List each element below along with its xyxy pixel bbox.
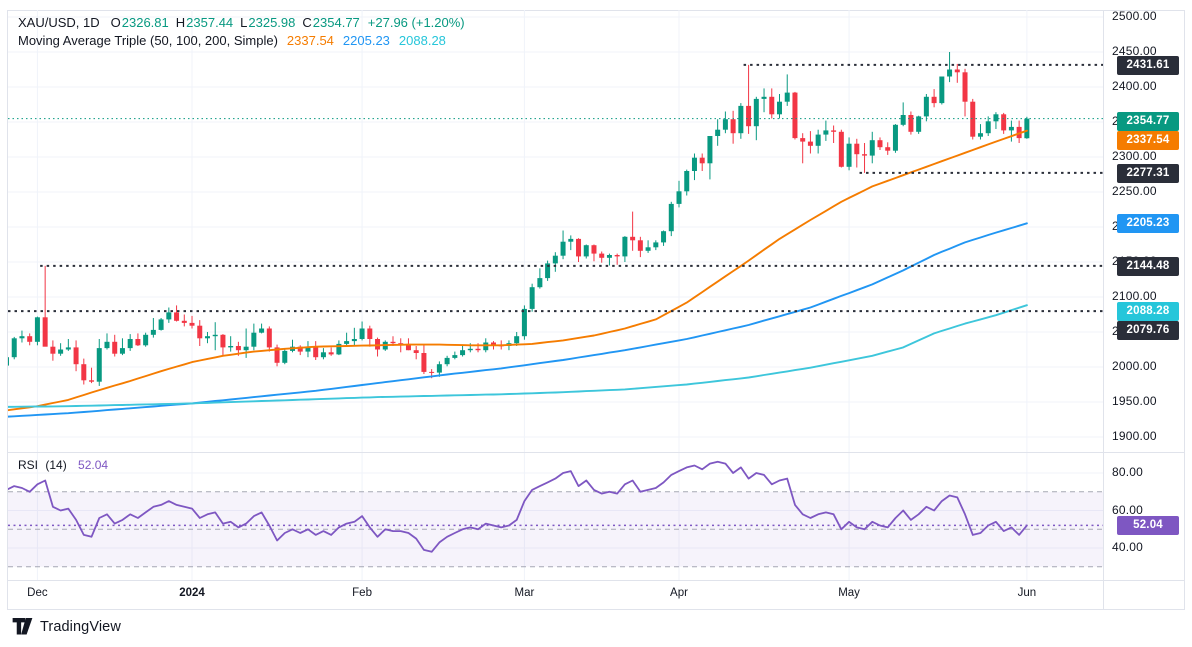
price-axis-tick: 2000.00 xyxy=(1112,359,1157,373)
ohlc-value: 2326.81 xyxy=(121,15,169,30)
time-axis-label: May xyxy=(838,587,860,599)
rsi-legend-row[interactable]: RSI (14) 52.04 xyxy=(18,458,108,472)
price-axis-tick: 1950.00 xyxy=(1112,394,1157,408)
tradingview-chart-widget: XAU/USD, 1D O2326.81 H2357.44 L2325.98 C2354… xyxy=(0,0,1192,647)
ma-legend-row[interactable]: Moving Average Triple (50, 100, 200, Sim… xyxy=(18,33,446,48)
symbol-legend-row[interactable]: XAU/USD, 1D O2326.81 H2357.44 L2325.98 C2354… xyxy=(18,15,465,30)
time-axis-label: Jun xyxy=(1017,587,1037,599)
sma100-value-label: 2205.23 xyxy=(1117,213,1179,233)
ohlc-value: 2325.98 xyxy=(248,15,296,30)
ohlc-key: L xyxy=(240,15,248,30)
rsi-axis-tick: 40.00 xyxy=(1112,540,1144,554)
price-line-label-2431: 2431.61 xyxy=(1117,55,1179,75)
rsi-params: (14) xyxy=(45,458,67,472)
ma-value: 2337.54 xyxy=(286,33,334,48)
tradingview-logo-text: TradingView xyxy=(40,618,121,635)
ohlc-key: O xyxy=(110,15,121,30)
price-axis-tick: 2300.00 xyxy=(1112,149,1157,163)
ohlc-key: H xyxy=(175,15,186,30)
price-axis-tick: 1900.00 xyxy=(1112,429,1157,443)
sma200-value-label: 2088.28 xyxy=(1117,301,1179,321)
price-line-label-2277: 2277.31 xyxy=(1117,163,1179,183)
time-axis-label: Dec xyxy=(27,587,48,599)
rsi-axis-tick: 60.00 xyxy=(1112,502,1144,517)
rsi-title: RSI xyxy=(18,458,39,472)
time-axis-label: Feb xyxy=(352,587,372,599)
tradingview-logo-icon xyxy=(12,618,33,635)
last-price-label: 2354.77 xyxy=(1117,111,1179,131)
ma-indicator-title: Moving Average Triple (50, 100, 200, Sim… xyxy=(18,33,278,48)
price-axis-tick: 2100.00 xyxy=(1112,289,1157,303)
ohlc-value: 2354.77 xyxy=(312,15,360,30)
time-axis-label: Mar xyxy=(514,587,535,599)
ohlc-value: 2357.44 xyxy=(186,15,234,30)
price-pane[interactable] xyxy=(8,11,1103,452)
time-axis-label: 2024 xyxy=(179,587,205,599)
change-value: +27.96 (+1.20%) xyxy=(367,15,465,30)
ma-value: 2205.23 xyxy=(342,33,390,48)
price-axis-tick: 2400.00 xyxy=(1112,79,1157,93)
sma50-value-label: 2337.54 xyxy=(1117,130,1179,150)
price-axis-tick: 2250.00 xyxy=(1112,184,1157,198)
rsi-pane[interactable] xyxy=(8,453,1103,580)
symbol-title: XAU/USD, 1D xyxy=(18,15,100,30)
time-axis-label: Apr xyxy=(670,587,688,599)
tradingview-logo[interactable]: TradingView xyxy=(12,618,121,635)
price-axis-tick: 2500.00 xyxy=(1112,9,1157,23)
rsi-axis-tick: 80.00 xyxy=(1112,465,1144,479)
rsi-current-value: 52.04 xyxy=(78,458,109,472)
rsi-value-label: 52.04 xyxy=(1117,515,1179,535)
ohlc-key: C xyxy=(302,15,312,30)
price-line-label-2144: 2144.48 xyxy=(1117,256,1179,276)
ma-value: 2088.28 xyxy=(398,33,446,48)
price-line-label-2079: 2079.76 xyxy=(1117,320,1179,340)
